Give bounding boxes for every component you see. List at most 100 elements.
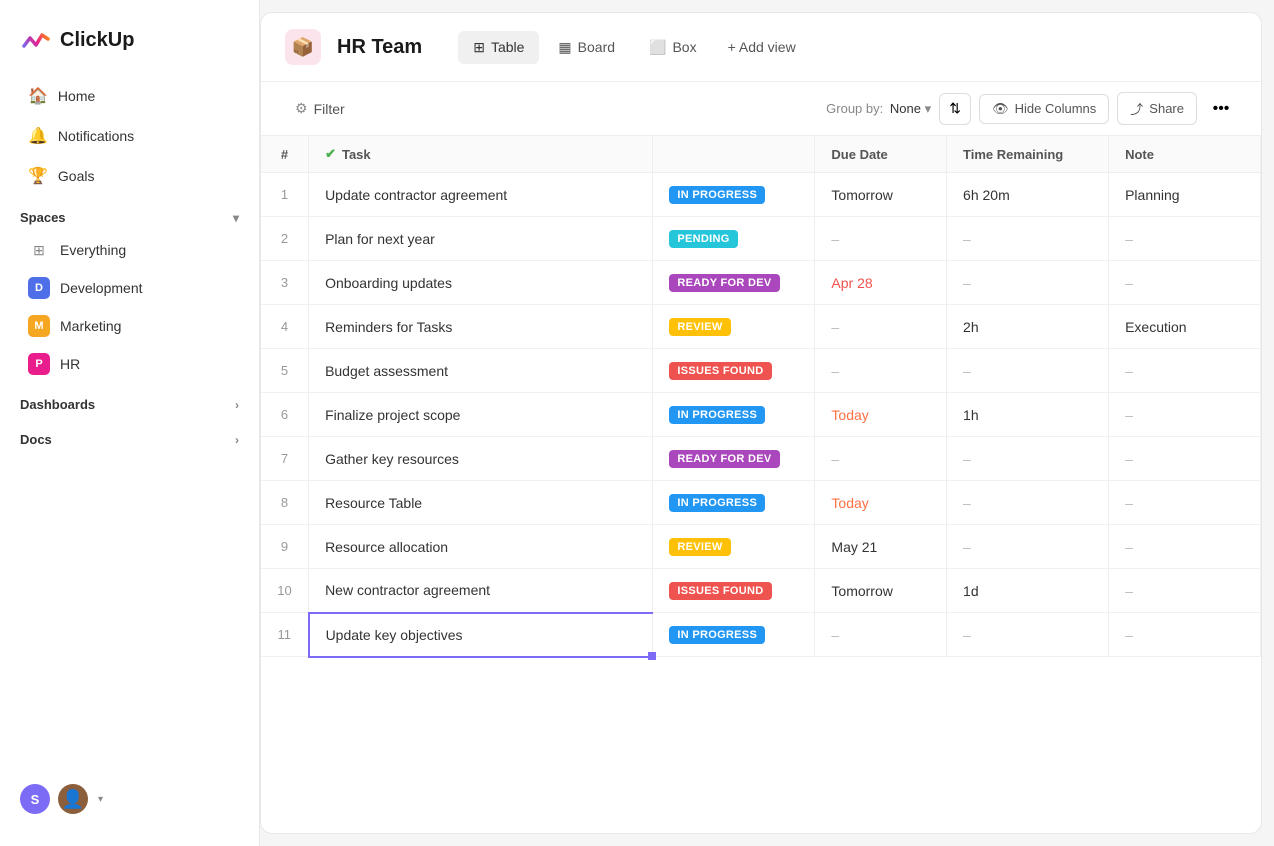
- status-badge: READY FOR DEV: [669, 274, 779, 292]
- row-status[interactable]: IN PROGRESS: [653, 393, 815, 437]
- row-note: –: [1109, 261, 1261, 305]
- sort-button[interactable]: ⇅: [939, 93, 971, 125]
- board-icon: ▦: [558, 39, 571, 56]
- table-row[interactable]: 11 Update key objectives IN PROGRESS – –…: [261, 613, 1261, 657]
- sidebar-item-notifications-label: Notifications: [58, 128, 134, 144]
- row-number: 8: [261, 481, 309, 525]
- group-by-selector[interactable]: Group by: None ▾: [826, 101, 931, 117]
- filter-button[interactable]: ⚙ Filter: [285, 94, 355, 123]
- row-task-name[interactable]: Finalize project scope: [309, 393, 653, 437]
- space-icon: 📦: [285, 29, 321, 65]
- row-time-remaining: –: [947, 613, 1109, 657]
- sidebar-item-marketing-label: Marketing: [60, 318, 121, 334]
- row-task-name[interactable]: Budget assessment: [309, 349, 653, 393]
- table-row[interactable]: 2 Plan for next year PENDING – – –: [261, 217, 1261, 261]
- user-area[interactable]: S 👤 ▾: [0, 768, 259, 830]
- sidebar-item-hr[interactable]: P HR: [8, 345, 251, 383]
- row-number: 5: [261, 349, 309, 393]
- row-status[interactable]: READY FOR DEV: [653, 261, 815, 305]
- status-badge: ISSUES FOUND: [669, 582, 771, 600]
- task-table-container: # ✔ Task Due Date Time Remaining Note 1 …: [261, 136, 1261, 833]
- row-status[interactable]: PENDING: [653, 217, 815, 261]
- table-row[interactable]: 9 Resource allocation REVIEW May 21 – –: [261, 525, 1261, 569]
- sidebar-item-notifications[interactable]: 🔔 Notifications: [8, 116, 251, 156]
- home-icon: 🏠: [28, 86, 48, 106]
- row-note: –: [1109, 613, 1261, 657]
- task-table: # ✔ Task Due Date Time Remaining Note 1 …: [261, 136, 1261, 658]
- dashboards-section-header[interactable]: Dashboards ›: [0, 383, 259, 418]
- view-tabs: ⊞ Table ▦ Board ⬜ Box + Add view: [458, 31, 807, 64]
- row-task-name[interactable]: Resource Table: [309, 481, 653, 525]
- row-status[interactable]: IN PROGRESS: [653, 613, 815, 657]
- box-icon: ⬜: [649, 39, 666, 56]
- table-row[interactable]: 5 Budget assessment ISSUES FOUND – – –: [261, 349, 1261, 393]
- row-task-name[interactable]: Onboarding updates: [309, 261, 653, 305]
- row-note: –: [1109, 481, 1261, 525]
- tab-board[interactable]: ▦ Board: [543, 31, 630, 64]
- row-time-remaining: –: [947, 261, 1109, 305]
- more-options-button[interactable]: •••: [1205, 93, 1237, 125]
- sort-icon: ⇅: [949, 100, 961, 117]
- table-row[interactable]: 4 Reminders for Tasks REVIEW – 2h Execut…: [261, 305, 1261, 349]
- sidebar-item-development[interactable]: D Development: [8, 269, 251, 307]
- row-number: 1: [261, 173, 309, 217]
- spaces-section-header: Spaces ▾: [0, 196, 259, 231]
- row-task-name[interactable]: Update key objectives: [309, 613, 653, 657]
- toolbar-right: Group by: None ▾ ⇅ 👁 Hide Columns ⤴ Shar…: [826, 92, 1237, 125]
- development-avatar: D: [28, 277, 50, 299]
- app-name: ClickUp: [60, 29, 134, 52]
- row-status[interactable]: READY FOR DEV: [653, 437, 815, 481]
- table-row[interactable]: 6 Finalize project scope IN PROGRESS Tod…: [261, 393, 1261, 437]
- col-number: #: [261, 136, 309, 173]
- row-status[interactable]: ISSUES FOUND: [653, 569, 815, 613]
- sidebar-item-everything[interactable]: ⊞ Everything: [8, 231, 251, 269]
- row-task-name[interactable]: Gather key resources: [309, 437, 653, 481]
- table-row[interactable]: 8 Resource Table IN PROGRESS Today – –: [261, 481, 1261, 525]
- status-badge: READY FOR DEV: [669, 450, 779, 468]
- row-task-name[interactable]: New contractor agreement: [309, 569, 653, 613]
- row-task-name[interactable]: Update contractor agreement: [309, 173, 653, 217]
- row-status[interactable]: REVIEW: [653, 525, 815, 569]
- table-row[interactable]: 1 Update contractor agreement IN PROGRES…: [261, 173, 1261, 217]
- docs-section-header[interactable]: Docs ›: [0, 418, 259, 453]
- row-note: –: [1109, 393, 1261, 437]
- row-number: 10: [261, 569, 309, 613]
- tab-table[interactable]: ⊞ Table: [458, 31, 539, 64]
- row-note: –: [1109, 349, 1261, 393]
- row-note: Execution: [1109, 305, 1261, 349]
- add-view-button[interactable]: + Add view: [716, 32, 808, 62]
- row-status[interactable]: REVIEW: [653, 305, 815, 349]
- dashboards-label: Dashboards: [20, 397, 95, 412]
- tab-box[interactable]: ⬜ Box: [634, 31, 712, 64]
- row-status[interactable]: ISSUES FOUND: [653, 349, 815, 393]
- row-status[interactable]: IN PROGRESS: [653, 173, 815, 217]
- docs-label: Docs: [20, 432, 52, 447]
- table-row[interactable]: 3 Onboarding updates READY FOR DEV Apr 2…: [261, 261, 1261, 305]
- marketing-avatar: M: [28, 315, 50, 337]
- sidebar-item-home[interactable]: 🏠 Home: [8, 76, 251, 116]
- row-number: 7: [261, 437, 309, 481]
- col-status: [653, 136, 815, 173]
- table-row[interactable]: 10 New contractor agreement ISSUES FOUND…: [261, 569, 1261, 613]
- hide-columns-button[interactable]: 👁 Hide Columns: [979, 94, 1109, 124]
- sidebar-item-everything-label: Everything: [60, 242, 126, 258]
- table-row[interactable]: 7 Gather key resources READY FOR DEV – –…: [261, 437, 1261, 481]
- sidebar-item-home-label: Home: [58, 88, 95, 104]
- check-icon: ✔: [325, 146, 336, 162]
- row-number: 2: [261, 217, 309, 261]
- row-task-name[interactable]: Reminders for Tasks: [309, 305, 653, 349]
- hr-avatar: P: [28, 353, 50, 375]
- row-note: –: [1109, 217, 1261, 261]
- sidebar-item-marketing[interactable]: M Marketing: [8, 307, 251, 345]
- resize-handle[interactable]: [648, 652, 656, 660]
- sidebar-item-goals[interactable]: 🏆 Goals: [8, 156, 251, 196]
- row-task-name[interactable]: Resource allocation: [309, 525, 653, 569]
- row-time-remaining: –: [947, 437, 1109, 481]
- row-status[interactable]: IN PROGRESS: [653, 481, 815, 525]
- row-due-date: –: [815, 217, 947, 261]
- col-note: Note: [1109, 136, 1261, 173]
- chevron-down-icon: ▾: [233, 211, 239, 225]
- sidebar-item-goals-label: Goals: [58, 168, 95, 184]
- row-task-name[interactable]: Plan for next year: [309, 217, 653, 261]
- share-button[interactable]: ⤴ Share: [1117, 92, 1197, 125]
